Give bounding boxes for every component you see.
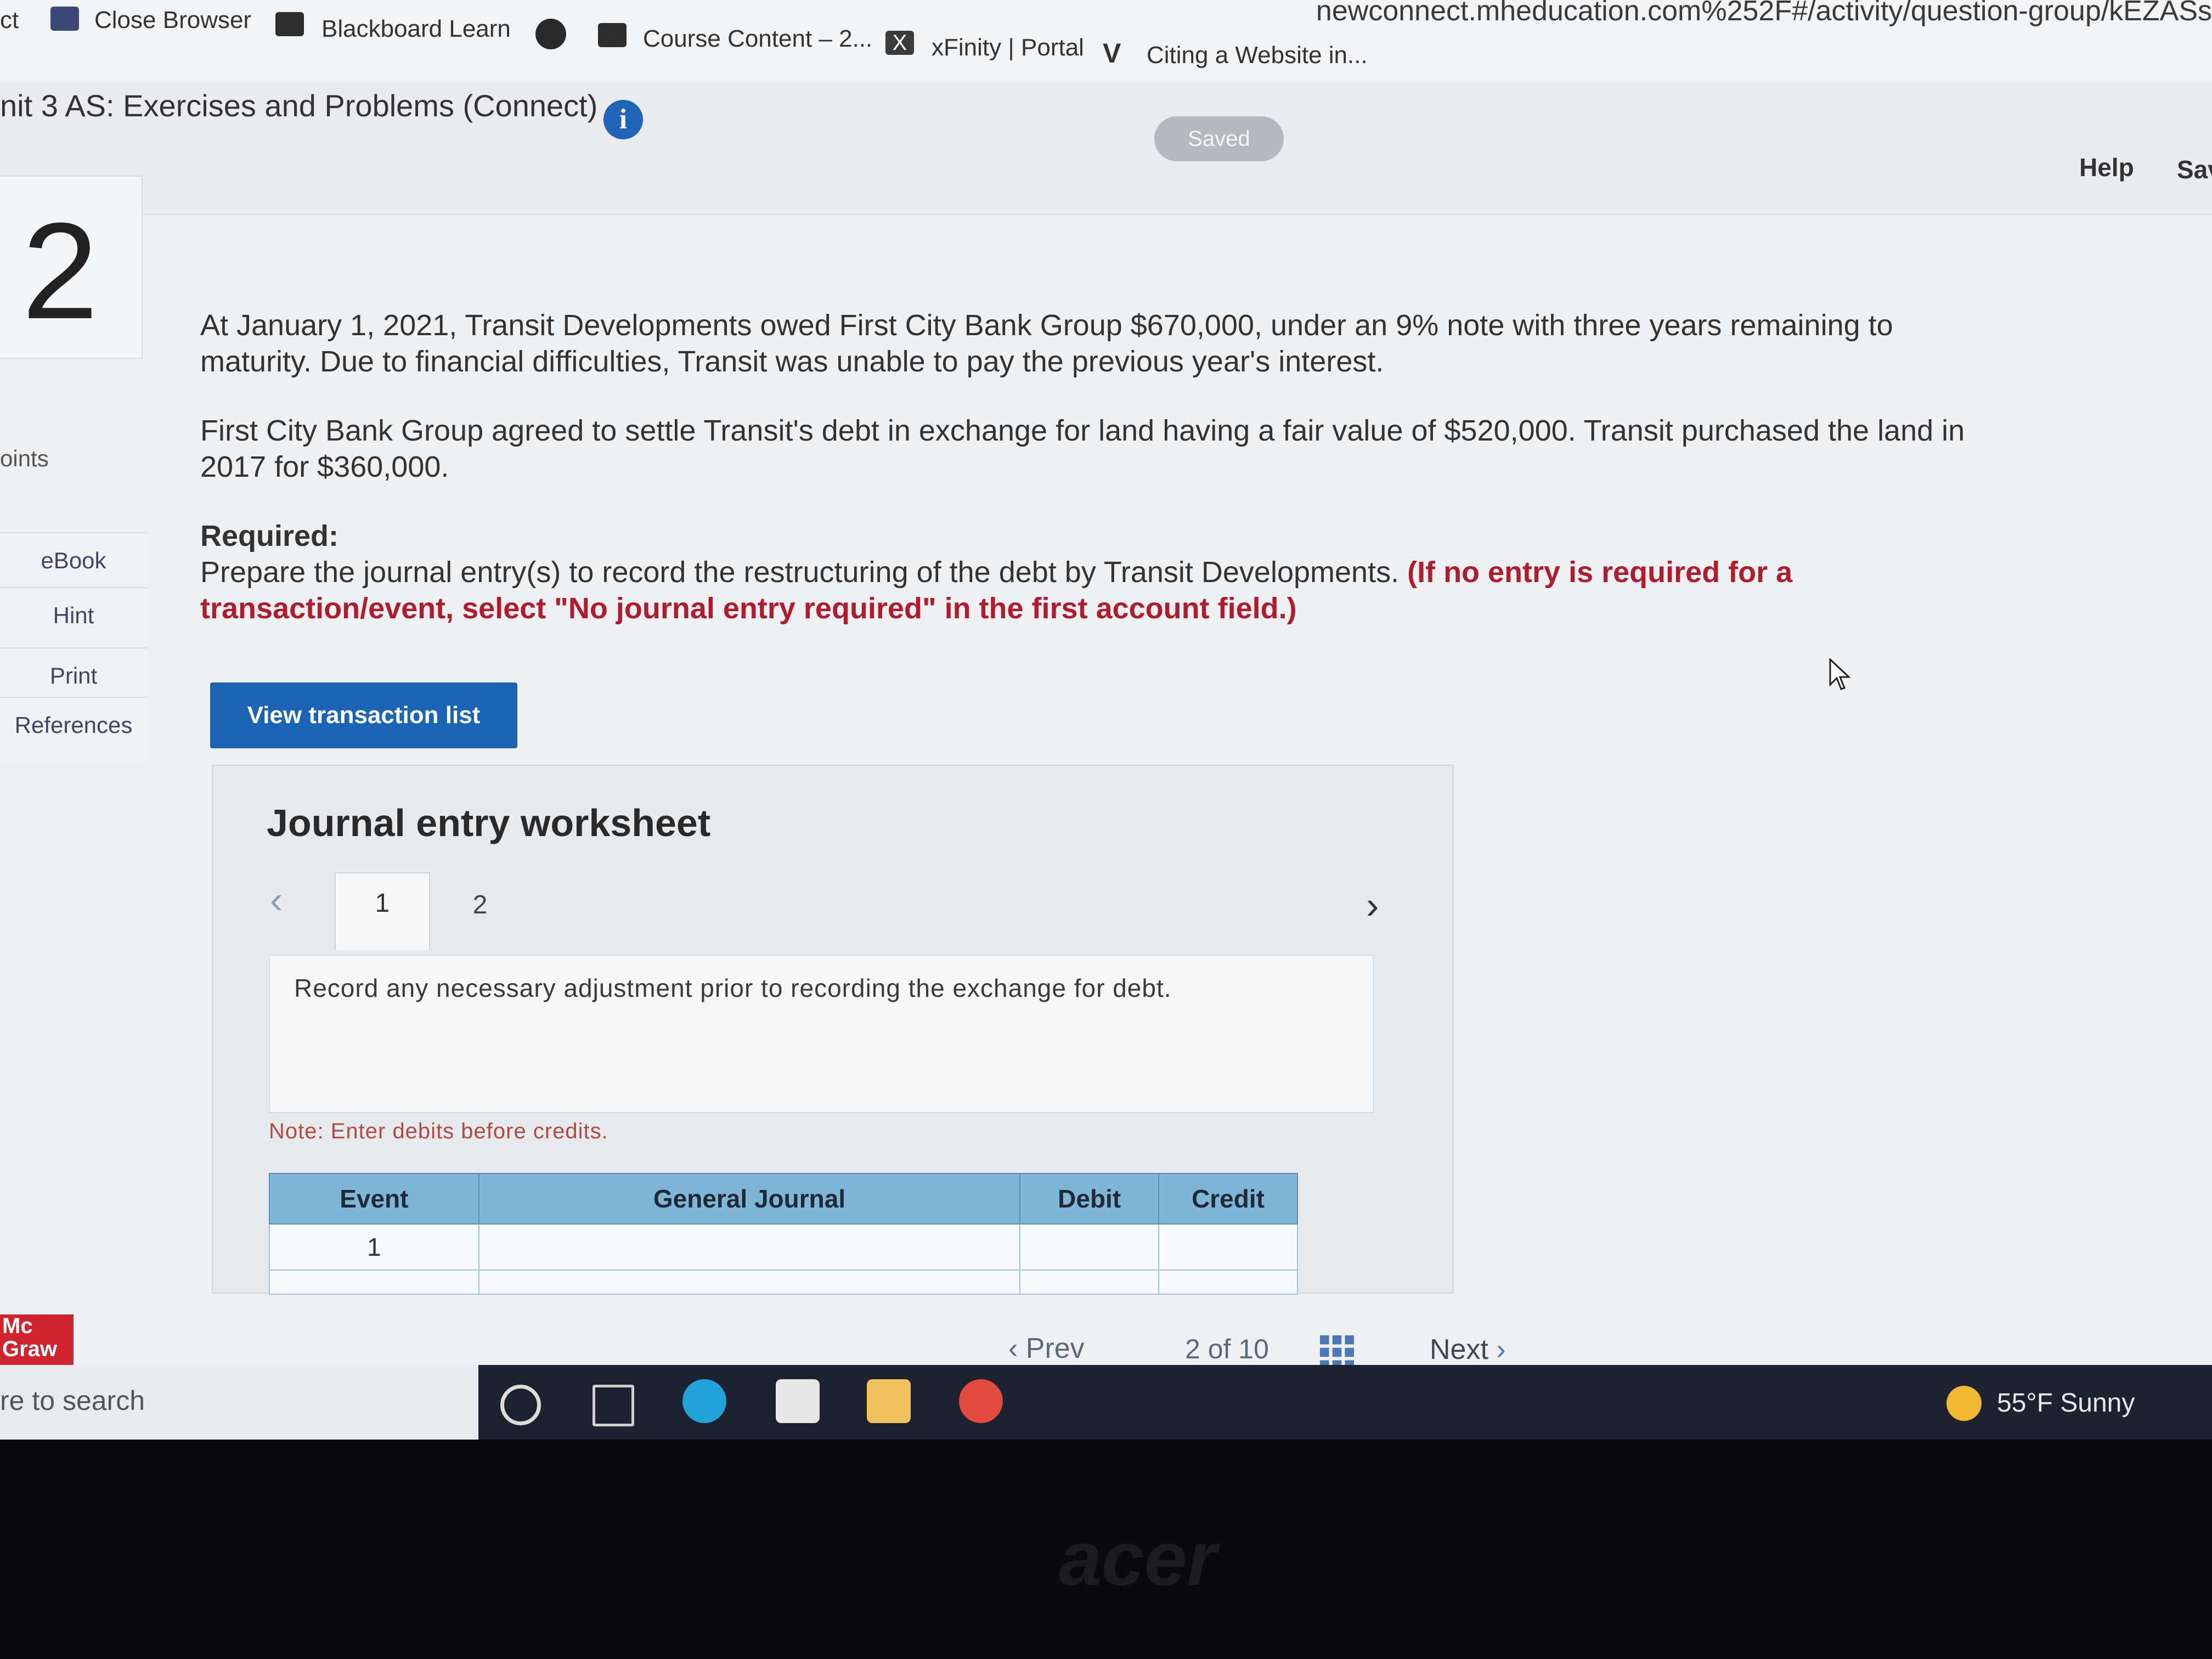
globe-icon <box>50 7 79 31</box>
event-cell <box>269 1269 479 1295</box>
question-number: 2 <box>22 194 99 347</box>
debit-input-cell[interactable] <box>1019 1223 1160 1271</box>
required-section: Required: Prepare the journal entry(s) t… <box>200 518 2011 627</box>
address-bar-url[interactable]: newconnect.mheducation.com%252F#/activit… <box>1316 0 2212 27</box>
logo-line-1: Mc <box>2 1314 33 1338</box>
task-view-icon[interactable] <box>592 1385 634 1426</box>
prev-button[interactable]: ‹ Prev <box>1008 1332 1085 1365</box>
cortana-icon[interactable] <box>500 1385 541 1425</box>
credit-input-cell[interactable] <box>1158 1223 1298 1271</box>
chevron-left-icon[interactable]: ‹ <box>270 878 283 922</box>
points-label: oints <box>0 445 49 471</box>
event-cell: 1 <box>269 1223 479 1271</box>
page-counter: 2 of 10 <box>1185 1333 1269 1365</box>
worksheet-tab-2[interactable]: 2 <box>450 878 510 933</box>
instruction-text: Record any necessary adjustment prior to… <box>294 974 1172 1002</box>
column-header-credit: Credit <box>1158 1173 1298 1224</box>
bookmark-truncated[interactable]: ct <box>0 7 19 34</box>
logo-line-2: Graw <box>2 1337 58 1361</box>
hint-link[interactable]: Hint <box>0 587 147 643</box>
weather-status[interactable]: 55°F Sunny <box>1997 1388 2135 1418</box>
chevron-right-icon: › <box>1488 1334 1506 1365</box>
column-header-debit: Debit <box>1019 1173 1160 1224</box>
column-header-event: Event <box>269 1173 479 1224</box>
bookmark-blackboard[interactable]: Blackboard Learn <box>321 15 511 43</box>
journal-table: Event General Journal Debit Credit 1 <box>269 1173 1298 1295</box>
mouse-cursor-icon <box>1829 658 1851 690</box>
required-text: Prepare the journal entry(s) to record t… <box>200 556 1400 589</box>
account-select-cell[interactable] <box>478 1269 1021 1295</box>
grid-icon[interactable] <box>1320 1335 1354 1369</box>
blackboard-icon <box>598 23 627 47</box>
next-button[interactable]: Next › <box>1430 1333 1506 1366</box>
chevron-left-icon: ‹ <box>1008 1333 1026 1364</box>
ebook-link[interactable]: eBook <box>0 532 147 588</box>
blackboard-icon <box>275 12 304 36</box>
print-link[interactable]: Print <box>0 647 147 703</box>
view-transaction-list-button[interactable]: View transaction list <box>210 682 517 748</box>
assignment-title: nit 3 AS: Exercises and Problems (Connec… <box>0 88 598 123</box>
account-select-cell[interactable] <box>478 1223 1021 1271</box>
prev-label: Prev <box>1025 1333 1085 1364</box>
worksheet-title: Journal entry worksheet <box>267 802 711 844</box>
mcgraw-logo: Mc Graw <box>0 1314 74 1365</box>
chevron-right-icon[interactable]: › <box>1366 883 1379 927</box>
bookmark-citing[interactable]: Citing a Website in... <box>1147 42 1368 69</box>
search-placeholder: re to search <box>0 1385 145 1416</box>
current-page: 2 <box>1185 1334 1200 1364</box>
save-exit-link[interactable]: Sav <box>2177 155 2212 184</box>
table-row <box>269 1269 1298 1295</box>
required-label: Required: <box>200 520 339 552</box>
sun-icon <box>1946 1386 1982 1421</box>
bookmark-xfinity[interactable]: xFinity | Portal <box>932 34 1084 61</box>
references-link[interactable]: References <box>0 697 147 753</box>
citing-icon: V <box>1103 38 1121 69</box>
worksheet-tab-1[interactable]: 1 <box>335 872 430 950</box>
chrome-icon[interactable] <box>959 1379 1003 1423</box>
bookmark-close-browser[interactable]: Close Browser <box>94 7 251 34</box>
edge-icon[interactable] <box>682 1379 726 1423</box>
page-total: of 10 <box>1207 1334 1269 1364</box>
question-paragraph-2: First City Bank Group agreed to settle T… <box>200 414 1965 483</box>
device-logo: acer <box>1059 1515 1217 1601</box>
credit-input-cell[interactable] <box>1158 1269 1298 1295</box>
dollar-icon[interactable] <box>535 19 566 49</box>
tools-rail: eBook Hint Print References <box>0 532 147 763</box>
store-icon[interactable] <box>776 1379 820 1423</box>
bookmarks-bar: ct Close Browser Blackboard Learn Course… <box>0 0 2212 84</box>
bookmark-course-content[interactable]: Course Content – 2... <box>643 25 872 53</box>
question-paragraph-1: At January 1, 2021, Transit Developments… <box>200 309 1893 378</box>
debit-input-cell[interactable] <box>1019 1269 1160 1295</box>
info-icon[interactable]: i <box>603 100 643 139</box>
column-header-general-journal: General Journal <box>478 1173 1021 1224</box>
next-label: Next <box>1430 1334 1488 1365</box>
table-row: 1 <box>269 1223 1298 1271</box>
saved-status: Saved <box>1154 116 1284 161</box>
debits-note: Note: Enter debits before credits. <box>269 1119 608 1143</box>
help-link[interactable]: Help <box>2079 153 2134 182</box>
file-explorer-icon[interactable] <box>867 1379 911 1423</box>
xfinity-icon: X <box>885 31 914 55</box>
